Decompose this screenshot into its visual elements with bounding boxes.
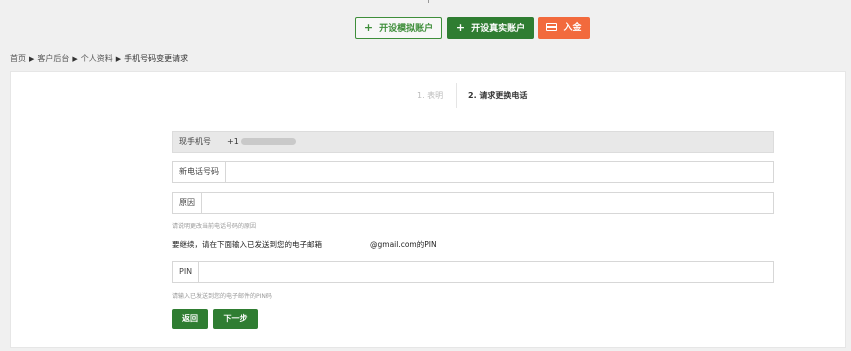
open-demo-account-button[interactable]: + 开设模拟账户 [355,17,442,39]
plus-icon: + [363,21,374,34]
pin-input[interactable] [201,262,773,282]
new-phone-field: 新电话号码 [172,161,774,183]
top-tick-mark [428,0,429,3]
step-1-label: 1. 表明 [417,91,444,100]
reason-input[interactable] [204,193,773,213]
current-phone-field: 现手机号 +1 [172,131,774,153]
chevron-right-icon: ▶ [29,55,35,63]
deposit-button[interactable]: 入金 [538,17,590,39]
reason-field: 原因 [172,192,774,214]
step-divider [456,83,457,108]
breadcrumb-profile[interactable]: 个人资料 [81,54,113,63]
chevron-right-icon: ▶ [115,55,122,63]
pin-field: PIN [172,261,774,283]
plus-icon: + [455,21,466,34]
pin-instruction-email: @gmail.com的PIN [370,240,437,249]
reason-label: 原因 [173,193,202,213]
back-button[interactable]: 返回 [172,309,208,329]
breadcrumb-current: 手机号码变更请求 [124,54,189,63]
new-phone-input[interactable] [229,162,773,182]
pin-instruction-text: 要继续，请在下面输入已发送到您的电子邮箱 [172,240,322,249]
deposit-label: 入金 [563,23,582,33]
breadcrumb: 首页 ▶ 客户后台 ▶ 个人资料 ▶ 手机号码变更请求 [10,53,188,64]
pin-instruction: 要继续，请在下面输入已发送到您的电子邮箱 @gmail.com的PIN [172,239,437,250]
open-demo-account-label: 开设模拟账户 [379,24,434,34]
new-phone-label: 新电话号码 [173,162,226,182]
current-phone-label: 现手机号 [179,137,211,146]
step-2-label: 2. 请求更换电话 [468,91,528,100]
chevron-right-icon: ▶ [72,55,78,63]
credit-card-icon [546,23,558,31]
open-real-account-label: 开设真实账户 [471,24,526,34]
reason-hint: 请说明更改当前电话号码的原因 [172,223,257,230]
pin-hint: 请输入已发送到您的电子邮件的PIN码 [172,293,272,300]
breadcrumb-client-backend[interactable]: 客户后台 [37,54,69,63]
breadcrumb-home[interactable]: 首页 [10,54,26,63]
redacted-number [240,138,296,145]
pin-label: PIN [173,262,200,282]
top-toolbar: + 开设模拟账户 + 开设真实账户 入金 [0,0,851,44]
next-step-button[interactable]: 下一步 [213,309,258,329]
current-phone-value: +1 [227,132,296,152]
open-real-account-button[interactable]: + 开设真实账户 [447,17,534,39]
